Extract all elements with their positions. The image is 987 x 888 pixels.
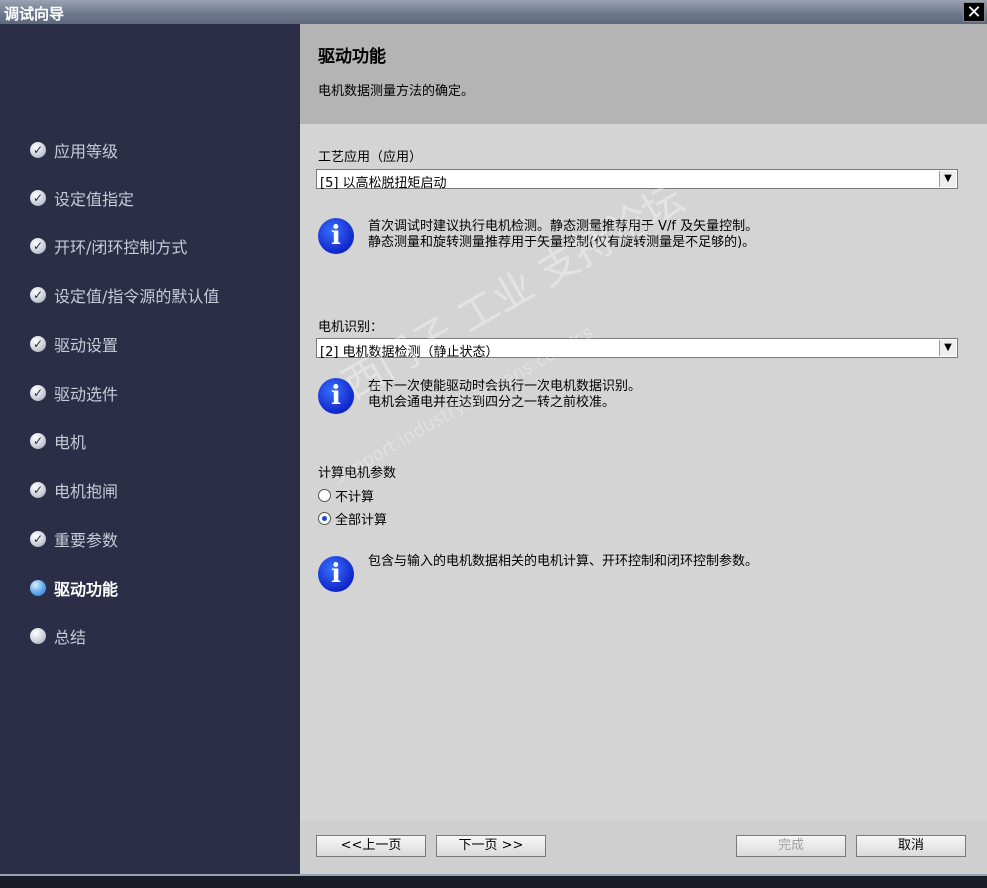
sidebar-item-motor[interactable]: ✓ 电机 xyxy=(30,429,86,453)
radio-no-calc[interactable]: 不计算 xyxy=(318,486,375,505)
check-icon: ✓ xyxy=(30,531,46,547)
sidebar-item-label: 设定值指定 xyxy=(54,190,135,209)
calc-info: 包含与输入的电机数据相关的电机计算、开环控制和闭环控制参数。 xyxy=(368,554,758,570)
check-icon: ✓ xyxy=(30,190,46,206)
sidebar-item-label: 驱动选件 xyxy=(54,385,119,404)
radio-label: 全部计算 xyxy=(335,512,388,528)
chevron-down-icon[interactable]: ▼ xyxy=(939,171,956,187)
sidebar-item-label: 电机抱闸 xyxy=(54,482,119,501)
info-text-line: 静态测量和旋转测量推荐用于矢量控制(仅有旋转测量是不足够的)。 xyxy=(368,235,756,250)
sidebar-item-application-class[interactable]: ✓ 应用等级 xyxy=(30,138,118,162)
info-text-line: 电机会通电并在达到四分之一转之前校准。 xyxy=(368,395,616,410)
info-text-line: 在下一次使能驱动时会执行一次电机数据识别。 xyxy=(368,379,642,394)
check-icon: ✓ xyxy=(30,142,46,158)
current-step-icon xyxy=(30,580,46,596)
info-text-line: 首次调试时建议执行电机检测。静态测量推荐用于 V/f 及矢量控制。 xyxy=(368,219,759,234)
page-subtitle: 电机数据测量方法的确定。 xyxy=(318,84,475,99)
radio-circle[interactable] xyxy=(318,511,331,525)
window-title: 调试向导 xyxy=(4,5,65,23)
sidebar-item-label: 应用等级 xyxy=(54,142,119,161)
sidebar-item-label: 设定值/指令源的默认值 xyxy=(54,287,220,306)
tech-app-dropdown[interactable]: [5] 以高松脱扭矩启动 ▼ xyxy=(316,169,958,191)
next-button[interactable]: 下一页 >> xyxy=(436,835,546,857)
sidebar-item-control-mode[interactable]: ✓ 开环/闭环控制方式 xyxy=(30,234,187,258)
sidebar-item-label: 重要参数 xyxy=(54,531,119,550)
check-icon: ✓ xyxy=(30,385,46,401)
cancel-button[interactable]: 取消 xyxy=(856,835,966,857)
commissioning-wizard-window: 调试向导 ✕ ✓ 应用等级 ✓ 设定值指定 ✓ 开环/闭环控制方式 ✓ 设定值/… xyxy=(0,0,987,888)
calc-params-label: 计算电机参数 xyxy=(318,466,397,481)
info-icon: i xyxy=(318,378,354,414)
motor-id-label: 电机识别： xyxy=(318,320,384,335)
sidebar-item-label: 驱动设置 xyxy=(54,336,119,355)
finish-button: 完成 xyxy=(736,835,846,857)
radio-calc-all[interactable]: 全部计算 xyxy=(318,509,388,528)
sidebar-item-drive-options[interactable]: ✓ 驱动选件 xyxy=(30,381,118,405)
chevron-down-icon[interactable]: ▼ xyxy=(939,340,956,356)
motor-id-value: [2] 电机数据检测（静止状态） xyxy=(320,345,499,360)
sidebar-item-setpoint-defaults[interactable]: ✓ 设定值/指令源的默认值 xyxy=(30,283,219,307)
title-bar: 调试向导 ✕ xyxy=(0,0,987,24)
sidebar-item-label: 总结 xyxy=(54,628,87,647)
tech-app-value: [5] 以高松脱扭矩启动 xyxy=(320,176,447,191)
sidebar-item-important-parameters[interactable]: ✓ 重要参数 xyxy=(30,527,118,551)
tech-app-label: 工艺应用（应用） xyxy=(318,150,423,165)
pending-step-icon xyxy=(30,628,46,644)
check-icon: ✓ xyxy=(30,287,46,303)
tech-app-info: 首次调试时建议执行电机检测。静态测量推荐用于 V/f 及矢量控制。 静态测量和旋… xyxy=(368,219,758,251)
sidebar-item-summary[interactable]: 总结 xyxy=(30,624,86,648)
motor-id-info: 在下一次使能驱动时会执行一次电机数据识别。 电机会通电并在达到四分之一转之前校准… xyxy=(368,379,641,411)
window-bottom-border xyxy=(0,874,987,888)
main-panel: 驱动功能 电机数据测量方法的确定。 工艺应用（应用） [5] 以高松脱扭矩启动 … xyxy=(300,24,987,874)
check-icon: ✓ xyxy=(30,336,46,352)
prev-button[interactable]: <<上一页 xyxy=(316,835,426,857)
check-icon: ✓ xyxy=(30,238,46,254)
footer-bar: <<上一页 下一页 >> 完成 取消 xyxy=(300,821,987,874)
wizard-steps-sidebar: ✓ 应用等级 ✓ 设定值指定 ✓ 开环/闭环控制方式 ✓ 设定值/指令源的默认值… xyxy=(0,24,300,874)
radio-circle[interactable] xyxy=(318,488,331,502)
info-icon: i xyxy=(318,218,354,254)
sidebar-item-drive-settings[interactable]: ✓ 驱动设置 xyxy=(30,332,118,356)
sidebar-item-setpoint-specification[interactable]: ✓ 设定值指定 xyxy=(30,186,134,210)
check-icon: ✓ xyxy=(30,433,46,449)
radio-label: 不计算 xyxy=(335,489,375,505)
sidebar-item-label: 电机 xyxy=(54,433,87,452)
check-icon: ✓ xyxy=(30,482,46,498)
sidebar-item-label: 驱动功能 xyxy=(54,580,119,599)
info-icon: i xyxy=(318,556,354,592)
info-text-line: 包含与输入的电机数据相关的电机计算、开环控制和闭环控制参数。 xyxy=(368,554,759,569)
page-header: 驱动功能 电机数据测量方法的确定。 xyxy=(300,24,987,124)
sidebar-item-motor-brake[interactable]: ✓ 电机抱闸 xyxy=(30,478,118,502)
close-button[interactable]: ✕ xyxy=(963,2,985,23)
sidebar-item-label: 开环/闭环控制方式 xyxy=(54,238,188,257)
page-title: 驱动功能 xyxy=(318,47,386,67)
sidebar-item-drive-functions[interactable]: 驱动功能 xyxy=(30,576,118,600)
motor-id-dropdown[interactable]: [2] 电机数据检测（静止状态） ▼ xyxy=(316,338,958,360)
